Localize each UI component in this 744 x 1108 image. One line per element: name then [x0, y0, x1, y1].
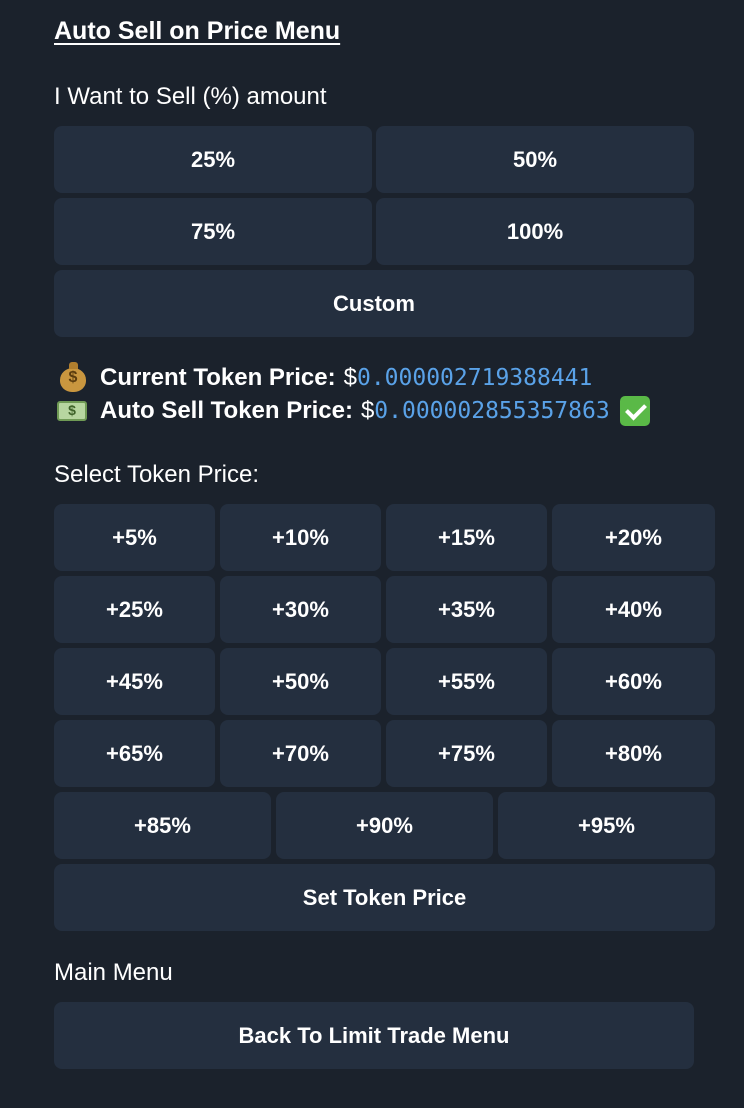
sell-50-button[interactable]: 50%	[376, 126, 694, 193]
price-plus-15-button[interactable]: +15%	[386, 504, 547, 571]
current-price-line: Current Token Price: $ 0.000002719388441	[56, 362, 593, 392]
price-plus-50-button[interactable]: +50%	[220, 648, 381, 715]
current-price-currency: $	[343, 364, 357, 391]
price-plus-20-button[interactable]: +20%	[552, 504, 715, 571]
sell-100-button[interactable]: 100%	[376, 198, 694, 265]
main-menu-label: Main Menu	[54, 959, 173, 986]
money-bag-icon	[56, 362, 90, 392]
price-plus-95-button[interactable]: +95%	[498, 792, 715, 859]
price-plus-40-button[interactable]: +40%	[552, 576, 715, 643]
price-plus-5-button[interactable]: +5%	[54, 504, 215, 571]
back-to-limit-trade-menu-button[interactable]: Back To Limit Trade Menu	[54, 1002, 694, 1069]
page-title: Auto Sell on Price Menu	[54, 17, 341, 45]
set-token-price-button[interactable]: Set Token Price	[54, 864, 715, 931]
price-plus-10-button[interactable]: +10%	[220, 504, 381, 571]
sell-amount-label: I Want to Sell (%) amount	[54, 83, 327, 110]
custom-amount-button[interactable]: Custom	[54, 270, 694, 337]
check-mark-icon	[619, 396, 650, 426]
price-plus-85-button[interactable]: +85%	[54, 792, 271, 859]
current-price-label: Current Token Price:	[100, 364, 336, 391]
price-plus-90-button[interactable]: +90%	[276, 792, 493, 859]
price-plus-45-button[interactable]: +45%	[54, 648, 215, 715]
banknote-icon	[56, 397, 90, 425]
auto-sell-price-label: Auto Sell Token Price:	[100, 397, 353, 424]
price-plus-60-button[interactable]: +60%	[552, 648, 715, 715]
price-plus-35-button[interactable]: +35%	[386, 576, 547, 643]
select-token-price-label: Select Token Price:	[54, 461, 259, 488]
price-plus-25-button[interactable]: +25%	[54, 576, 215, 643]
auto-sell-price-currency: $	[360, 397, 375, 424]
price-plus-55-button[interactable]: +55%	[386, 648, 547, 715]
sell-25-button[interactable]: 25%	[54, 126, 372, 193]
price-plus-65-button[interactable]: +65%	[54, 720, 215, 787]
price-plus-80-button[interactable]: +80%	[552, 720, 715, 787]
auto-sell-price-line: Auto Sell Token Price: $ 0.0000028553578…	[56, 396, 650, 426]
price-plus-75-button[interactable]: +75%	[386, 720, 547, 787]
auto-sell-price-value: 0.000002855357863	[374, 398, 610, 424]
price-plus-70-button[interactable]: +70%	[220, 720, 381, 787]
price-plus-30-button[interactable]: +30%	[220, 576, 381, 643]
current-price-value: 0.000002719388441	[356, 365, 593, 391]
sell-75-button[interactable]: 75%	[54, 198, 372, 265]
